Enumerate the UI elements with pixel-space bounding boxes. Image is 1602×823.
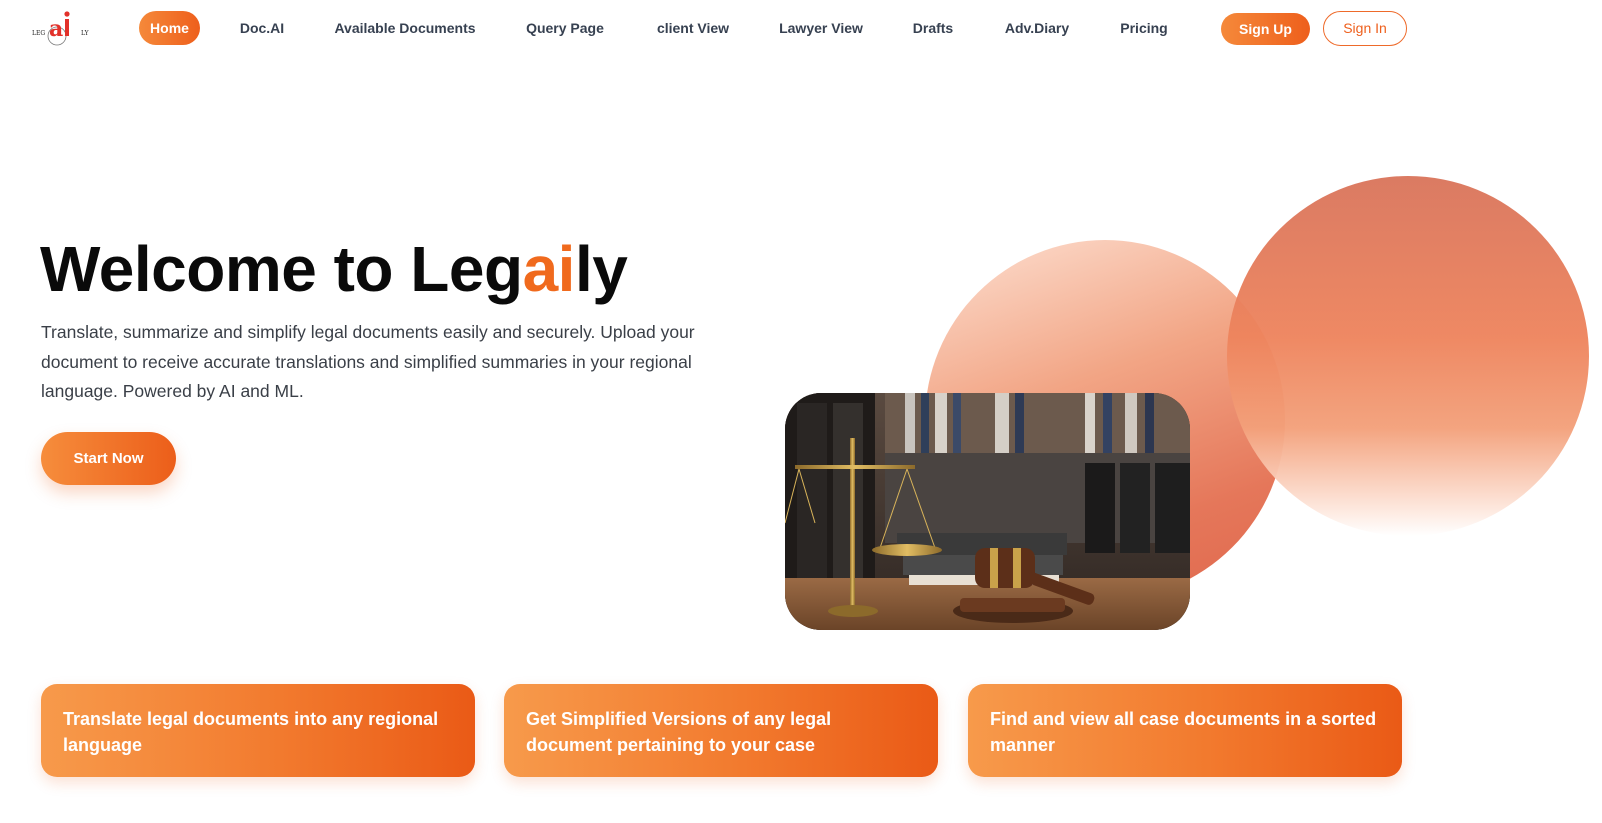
nav-home[interactable]: Home [139, 11, 200, 45]
nav-pricing[interactable]: Pricing [1112, 11, 1176, 45]
sign-in-button[interactable]: Sign In [1323, 11, 1407, 46]
feature-card-text: Get Simplified Versions of any legal doc… [526, 709, 832, 755]
feature-card-translate[interactable]: Translate legal documents into any regio… [41, 684, 475, 777]
feature-card-simplify[interactable]: Get Simplified Versions of any legal doc… [504, 684, 938, 777]
nav-lawyer-view[interactable]: Lawyer View [774, 11, 868, 45]
hero-legal-image [785, 393, 1190, 630]
feature-card-case-documents[interactable]: Find and view all case documents in a so… [968, 684, 1402, 777]
start-now-button[interactable]: Start Now [41, 432, 176, 485]
nav-client-view[interactable]: client View [649, 11, 737, 45]
feature-card-text: Translate legal documents into any regio… [63, 709, 439, 755]
nav-adv-diary[interactable]: Adv.Diary [997, 11, 1077, 45]
brand-logo[interactable]: LEG a LY [30, 8, 96, 48]
legaily-logo-icon: LEG a LY [32, 11, 90, 46]
hero-title: Welcome to Legaily [40, 232, 628, 306]
nav-drafts[interactable]: Drafts [904, 11, 962, 45]
hero-title-accent: ai [522, 233, 576, 305]
top-navbar: LEG a LY Home Doc.AI Available Documents… [0, 0, 1602, 58]
nav-doc-ai[interactable]: Doc.AI [232, 11, 292, 45]
scales-and-gavel-icon [785, 393, 1190, 630]
feature-card-text: Find and view all case documents in a so… [990, 709, 1377, 755]
svg-text:LEG: LEG [32, 30, 45, 37]
sign-up-button[interactable]: Sign Up [1221, 13, 1310, 45]
nav-query-page[interactable]: Query Page [518, 11, 612, 45]
hero-title-suffix: ly [574, 233, 628, 305]
nav-available-documents[interactable]: Available Documents [330, 11, 480, 45]
hero-description: Translate, summarize and simplify legal … [41, 322, 695, 401]
decor-circle-right [1227, 176, 1589, 536]
svg-text:a: a [49, 16, 63, 42]
svg-text:LY: LY [81, 30, 90, 37]
hero-title-prefix: Welcome to Leg [40, 233, 523, 305]
